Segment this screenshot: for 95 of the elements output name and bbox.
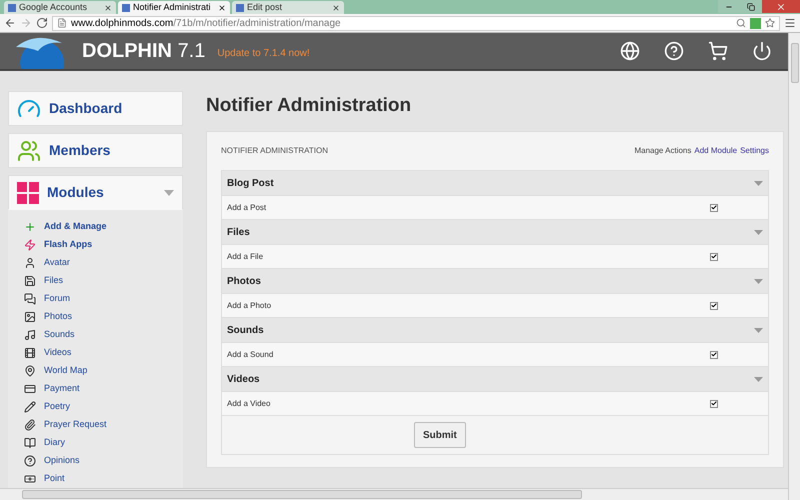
close-icon (776, 2, 786, 12)
item-icon (24, 311, 36, 323)
row-label: Add a Sound (227, 348, 274, 360)
section-header[interactable]: Blog Post (222, 171, 768, 196)
sidebar-card[interactable]: Members (8, 133, 183, 168)
caret-icon (754, 230, 763, 234)
tab-title: Google Accounts (19, 3, 88, 12)
sidebar-item[interactable]: Diary (44, 436, 66, 450)
sidebar-item[interactable]: Flash Apps (44, 238, 92, 252)
item-icon (24, 275, 36, 287)
sidebar-item[interactable]: Files (44, 274, 64, 288)
sidebar-item[interactable]: Add & Manage (44, 220, 107, 234)
sidebar-item[interactable]: Videos (44, 346, 72, 360)
checkbox[interactable] (710, 204, 718, 212)
section-header[interactable]: Sounds (222, 318, 768, 343)
reload-icon[interactable] (36, 17, 48, 29)
checkbox[interactable] (710, 350, 718, 358)
checkbox[interactable] (710, 400, 718, 408)
sidebar-card[interactable]: Dashboard (8, 91, 183, 126)
grid-icon (17, 182, 39, 204)
item-icon (24, 293, 36, 305)
item-icon (24, 383, 36, 395)
favicon-icon (236, 4, 244, 12)
sidebar-item[interactable]: Point (44, 472, 65, 486)
row-label: Add a Photo (227, 300, 272, 312)
browser-tab[interactable]: Edit post (232, 1, 344, 14)
back-icon[interactable] (4, 17, 16, 29)
section-header[interactable]: Files (222, 220, 768, 245)
caret-icon (754, 328, 763, 332)
sidebar-item[interactable]: Avatar (44, 256, 70, 270)
close-icon[interactable] (218, 4, 226, 12)
favicon-icon (8, 4, 16, 12)
address-field[interactable]: www.dolphinmods.com/71b/m/notifier/administration/manage (52, 16, 780, 30)
panel-action-link[interactable]: Manage Actions (634, 145, 692, 157)
panel-action-link[interactable]: Settings (740, 145, 769, 157)
caret-icon (754, 376, 763, 382)
card-label: Modules (47, 183, 105, 202)
item-icon (24, 437, 36, 449)
card-label: Dashboard (49, 99, 124, 118)
item-icon (24, 419, 36, 431)
help-icon[interactable] (664, 41, 684, 61)
item-icon (24, 455, 36, 467)
sidebar-item[interactable]: Payment (44, 382, 80, 396)
submit-button[interactable]: Submit (414, 422, 466, 448)
vertical-scrollbar[interactable] (788, 33, 800, 500)
users-icon (17, 138, 41, 162)
extension-icon[interactable] (750, 18, 761, 28)
checkbox[interactable] (710, 302, 718, 310)
browser-tab[interactable]: Notifier Administrati (118, 1, 230, 14)
panel-title: NOTIFIER ADMINISTRATION (221, 145, 329, 157)
tab-title: Notifier Administrati (133, 3, 212, 12)
cart-icon[interactable] (708, 41, 728, 61)
sidebar-item[interactable]: Forum (44, 292, 70, 306)
sidebar-item[interactable]: Prayer Request (44, 418, 107, 432)
sidebar-item[interactable]: Poetry (44, 400, 70, 414)
globe-icon[interactable] (620, 41, 640, 61)
sidebar-item[interactable]: Sounds (44, 328, 75, 342)
star-icon[interactable] (765, 18, 775, 28)
row-label: Add a File (227, 250, 264, 262)
caret-icon (754, 180, 763, 186)
row-label: Add a Video (227, 398, 272, 410)
caret-icon (164, 190, 174, 196)
horizontal-scrollbar[interactable] (0, 488, 788, 500)
page-icon (57, 18, 67, 28)
item-icon (24, 401, 36, 413)
menu-icon[interactable] (784, 17, 796, 29)
panel-action-link[interactable]: Add Module (694, 145, 738, 157)
close-icon[interactable] (104, 4, 112, 12)
restore-icon (747, 2, 755, 10)
item-icon (24, 473, 36, 485)
page-title: Notifier Administration (206, 94, 412, 118)
browser-tab[interactable]: Google Accounts (4, 1, 116, 14)
item-icon (24, 239, 36, 251)
checkbox[interactable] (710, 252, 718, 260)
row-label: Add a Post (227, 202, 268, 214)
sidebar-item[interactable]: Photos (44, 310, 72, 324)
item-icon (24, 347, 36, 359)
item-icon (24, 257, 36, 269)
card-label: Members (49, 141, 112, 160)
brand-title: DOLPHIN 7.1 (82, 39, 206, 64)
sidebar-item[interactable]: Opinions (44, 454, 80, 468)
favicon-icon (122, 4, 130, 12)
item-icon (24, 329, 36, 341)
tab-title: Edit post (247, 3, 284, 12)
item-icon (24, 221, 36, 233)
power-icon[interactable] (752, 41, 772, 61)
sidebar-item[interactable]: World Map (44, 364, 88, 378)
close-icon[interactable] (332, 4, 340, 12)
section-header[interactable]: Videos (222, 367, 768, 392)
item-icon (24, 365, 36, 377)
search-icon[interactable] (736, 18, 746, 28)
caret-icon (754, 278, 763, 284)
sidebar-card[interactable]: Modules (8, 175, 183, 210)
section-header[interactable]: Photos (222, 269, 768, 294)
restore-button[interactable] (740, 0, 762, 13)
